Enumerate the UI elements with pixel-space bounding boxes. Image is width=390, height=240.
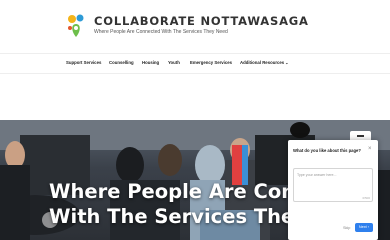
nav-item-additional-resources[interactable]: Additional Resources⌄ [240,60,289,65]
nav-item-support-services[interactable]: Support Services [66,60,101,65]
close-icon[interactable]: × [368,146,372,152]
hero-heading-line1: Where People Are Conn [49,180,310,203]
nav-item-emergency-services[interactable]: Emergency Services [190,60,232,65]
next-button[interactable]: Next › [355,223,373,232]
feedback-answer-field[interactable]: Type your answer here... 0/500 [293,168,373,202]
main-nav: Support Services Counselling Housing You… [0,53,390,74]
feedback-placeholder: Type your answer here... [297,173,337,177]
site-tagline: Where People Are Connected With The Serv… [94,29,228,35]
site-header: COLLABORATE NOTTAWASAGA Where People Are… [0,0,390,53]
nav-item-youth[interactable]: Youth [168,60,180,65]
nav-item-housing[interactable]: Housing [142,60,159,65]
hero-heading-line2: With The Services They [49,205,307,228]
character-counter: 0/500 [362,196,370,200]
logo-icon[interactable] [66,12,86,38]
nav-item-counselling[interactable]: Counselling [109,60,134,65]
chevron-down-icon: ⌄ [285,60,289,65]
feedback-question: What do you like about this page? [293,148,361,153]
minimize-icon [357,135,364,137]
site-title[interactable]: COLLABORATE NOTTAWASAGA [94,14,309,28]
skip-button[interactable]: Skip [343,226,350,230]
feedback-widget: What do you like about this page? × Type… [288,140,378,240]
next-button-label: Next [358,225,367,229]
nav-item-label: Additional Resources [240,60,285,65]
